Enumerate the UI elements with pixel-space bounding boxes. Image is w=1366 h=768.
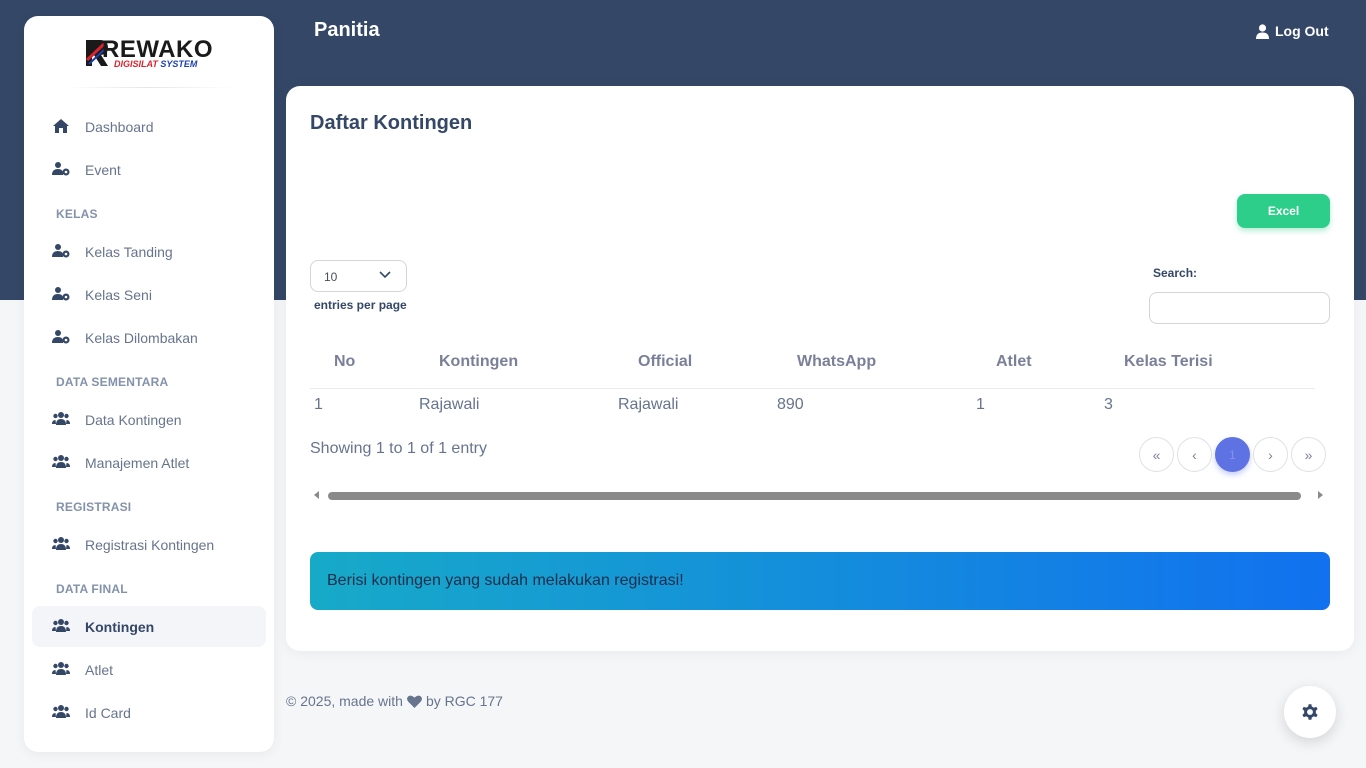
sidebar-item-atlet[interactable]: Atlet [32,649,266,690]
sidebar-item-id-card[interactable]: Id Card [32,692,266,733]
sidebar-item-kontingen[interactable]: Kontingen [32,606,266,647]
section-label: DATA SEMENTARA [56,375,169,389]
chevron-down-icon [379,271,391,279]
sidebar-item-label: Dashboard [85,119,154,135]
sidebar-divider [64,87,234,88]
users-icon [52,455,70,468]
cell-whatsapp: 890 [777,396,804,413]
entries-label: entries per page [314,298,407,312]
entries-value: 10 [324,270,338,284]
page-last-button[interactable]: » [1291,437,1326,472]
footer: © 2025, made with by RGC 177 [286,693,503,709]
users-cog-icon [52,330,70,344]
sidebar-item-kelas-tanding[interactable]: Kelas Tanding [32,231,266,272]
section-label: REGISTRASI [56,500,132,514]
sidebar-item-kelas-dilombakan[interactable]: Kelas Dilombakan [32,317,266,358]
column-header-atlet[interactable]: Atlet [996,353,1032,371]
sidebar-item-label: Kelas Dilombakan [85,330,198,346]
users-icon [52,619,70,632]
excel-button[interactable]: Excel [1237,194,1330,228]
user-icon [1256,23,1269,39]
sidebar-item-label: Event [85,162,121,178]
sidebar-item-label: Manajemen Atlet [85,455,190,471]
showing-info: Showing 1 to 1 of 1 entry [310,440,487,457]
settings-button[interactable] [1284,686,1336,738]
sidebar-item-label: Kelas Seni [85,287,152,303]
horizontal-scrollbar[interactable] [328,492,1301,500]
card-title: Daftar Kontingen [310,112,473,134]
footer-suffix: by RGC 177 [425,693,503,709]
users-icon [52,537,70,550]
sidebar-item-data-kontingen[interactable]: Data Kontingen [32,399,266,440]
column-header-kontingen[interactable]: Kontingen [439,353,518,371]
brand-subtitle: DIGISILAT SYSTEM [114,59,198,69]
scroll-right-arrow[interactable] [1318,491,1323,499]
logout-label: Log Out [1275,23,1329,39]
users-icon [52,412,70,425]
page-current-button[interactable]: 1 [1215,437,1250,472]
footer-prefix: © 2025, made with [286,693,403,709]
info-alert: Berisi kontingen yang sudah melakukan re… [310,552,1330,610]
sidebar-item-kelas-seni[interactable]: Kelas Seni [32,274,266,315]
sidebar-item-dashboard[interactable]: Dashboard [32,106,266,147]
page-first-button[interactable]: « [1139,437,1174,472]
users-icon [52,705,70,718]
section-label: DATA FINAL [56,582,128,596]
sidebar-item-registrasi-kontingen[interactable]: Registrasi Kontingen [32,524,266,565]
heart-icon [406,695,422,708]
column-header-whatsapp[interactable]: WhatsApp [797,353,876,371]
search-label: Search: [1153,266,1198,280]
sidebar-item-label: Data Kontingen [85,412,182,428]
cell-no: 1 [314,396,323,413]
users-icon [52,662,70,675]
cell-atlet: 1 [976,396,985,413]
home-icon [53,119,69,133]
section-label: KELAS [56,207,98,221]
page-title: Panitia [314,19,380,41]
sidebar-item-label: Registrasi Kontingen [85,537,215,553]
gear-icon [1302,704,1318,720]
sidebar-item-label: Kontingen [85,619,155,635]
alert-text: Berisi kontingen yang sudah melakukan re… [327,572,684,589]
sidebar-item-manajemen-atlet[interactable]: Manajemen Atlet [32,442,266,483]
page-next-button[interactable]: › [1253,437,1288,472]
users-cog-icon [52,162,70,176]
scroll-left-arrow[interactable] [314,491,319,499]
sidebar: REWAKO DIGISILAT SYSTEM Dashboard Event … [24,16,274,752]
users-cog-icon [52,287,70,301]
page-prev-button[interactable]: ‹ [1177,437,1212,472]
cell-kelas-terisi: 3 [1104,396,1113,413]
brand-logo[interactable]: REWAKO DIGISILAT SYSTEM [84,36,216,72]
search-input[interactable] [1149,292,1330,324]
column-header-no[interactable]: No [334,353,355,371]
cell-kontingen: Rajawali [419,396,480,413]
sidebar-item-label: Id Card [85,705,131,721]
table-header-divider [310,388,1315,389]
column-header-kelas-terisi[interactable]: Kelas Terisi [1124,353,1213,371]
kontingen-card: Daftar Kontingen Excel 10 entries per pa… [286,86,1354,651]
cell-official: Rajawali [618,396,679,413]
sidebar-item-label: Atlet [85,662,114,678]
sidebar-item-event[interactable]: Event [32,149,266,190]
users-cog-icon [52,244,70,258]
column-header-official[interactable]: Official [638,353,692,371]
sidebar-item-label: Kelas Tanding [85,244,173,260]
entries-select[interactable]: 10 [310,260,407,292]
logout-button[interactable]: Log Out [1256,23,1329,39]
